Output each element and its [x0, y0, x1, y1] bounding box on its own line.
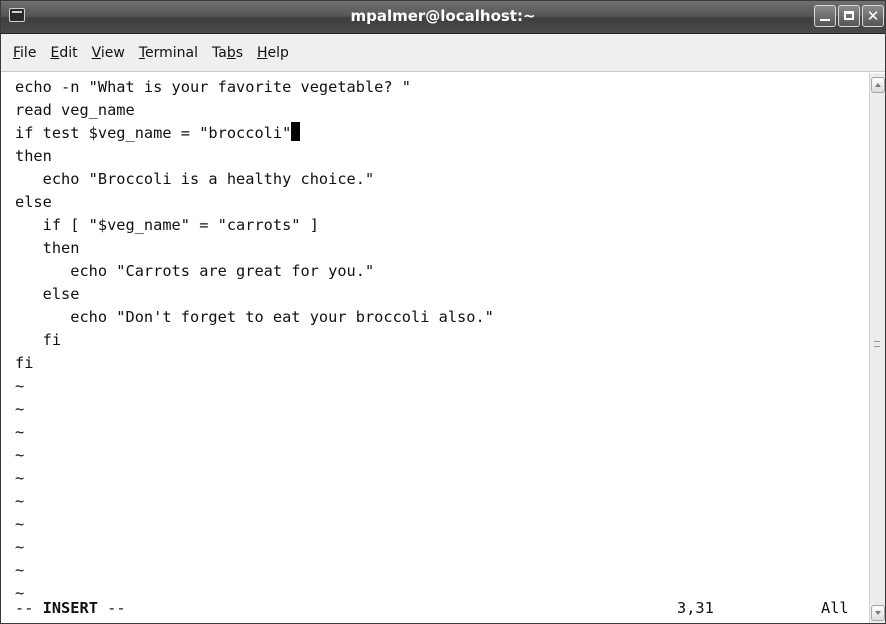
editor-line: fi [15, 331, 62, 349]
empty-line-tilde: ~ [15, 446, 25, 464]
editor-line: if [ "$veg_name" = "carrots" ] [15, 216, 319, 234]
text-cursor [291, 122, 301, 141]
mode-suffix: -- [97, 599, 126, 617]
terminal-text-area[interactable]: echo -n "What is your favorite vegetable… [1, 73, 869, 623]
menu-file-label: ile [20, 44, 37, 61]
menu-edit-label: dit [59, 44, 78, 61]
editor-line: echo "Broccoli is a healthy choice." [15, 170, 375, 188]
menu-bar: File Edit View Terminal Tabs Help [1, 34, 885, 72]
menu-help[interactable]: Help [250, 41, 296, 65]
empty-line-tilde: ~ [15, 469, 25, 487]
empty-line-tilde: ~ [15, 515, 25, 533]
terminal-window: mpalmer@localhost:~ ✕ File Edit View Ter… [0, 0, 886, 624]
menu-view-mnemonic: V [91, 44, 101, 61]
menu-terminal[interactable]: Terminal [132, 41, 205, 65]
mode-indicator: INSERT [42, 599, 98, 617]
editor-line: echo -n "What is your favorite vegetable… [15, 78, 412, 96]
scroll-down-icon[interactable] [871, 605, 885, 621]
scroll-position: All [821, 599, 849, 617]
maximize-icon[interactable] [838, 5, 860, 27]
editor-line: echo "Don't forget to eat your broccoli … [15, 308, 494, 326]
editor-line: read veg_name [15, 101, 135, 119]
editor-line: echo "Carrots are great for you." [15, 262, 375, 280]
menu-help-mnemonic: H [257, 44, 268, 61]
editor-line: if test $veg_name = "broccoli" [15, 122, 301, 145]
vertical-scrollbar[interactable] [869, 73, 885, 623]
menu-tabs[interactable]: Tabs [205, 41, 250, 65]
menu-view[interactable]: View [85, 41, 132, 65]
editor-line: fi [15, 354, 34, 372]
title-bar[interactable]: mpalmer@localhost:~ ✕ [1, 1, 885, 34]
vim-status-line: -- INSERT -- [15, 597, 126, 620]
empty-line-tilde: ~ [15, 492, 25, 510]
minimize-icon[interactable] [814, 5, 836, 27]
window-title: mpalmer@localhost:~ [350, 7, 536, 25]
menu-edit-mnemonic: E [50, 44, 60, 61]
cursor-position: 3,31 [677, 599, 714, 617]
menu-view-label: iew [100, 44, 125, 61]
menu-file-mnemonic: F [13, 44, 21, 61]
empty-line-tilde: ~ [15, 538, 25, 556]
menu-file[interactable]: File [6, 41, 43, 65]
menu-help-label: elp [267, 44, 289, 61]
close-icon[interactable]: ✕ [862, 5, 884, 27]
empty-line-tilde: ~ [15, 423, 25, 441]
menu-tabs-mnemonic: b [226, 44, 236, 61]
window-controls: ✕ [814, 5, 884, 27]
menu-tabs-label-start: Ta [212, 44, 227, 61]
scroll-grip-icon[interactable] [874, 341, 880, 347]
editor-line: else [15, 193, 52, 211]
empty-line-tilde: ~ [15, 377, 25, 395]
editor-line: then [15, 239, 80, 257]
scroll-up-icon[interactable] [871, 77, 885, 93]
empty-line-tilde: ~ [15, 400, 25, 418]
menu-tabs-label-end: s [235, 44, 244, 61]
mode-prefix: -- [15, 599, 43, 617]
empty-line-tilde: ~ [15, 561, 25, 579]
editor-line: then [15, 147, 52, 165]
menu-terminal-label: erminal [145, 44, 198, 61]
menu-edit[interactable]: Edit [43, 41, 84, 65]
editor-line: else [15, 285, 80, 303]
